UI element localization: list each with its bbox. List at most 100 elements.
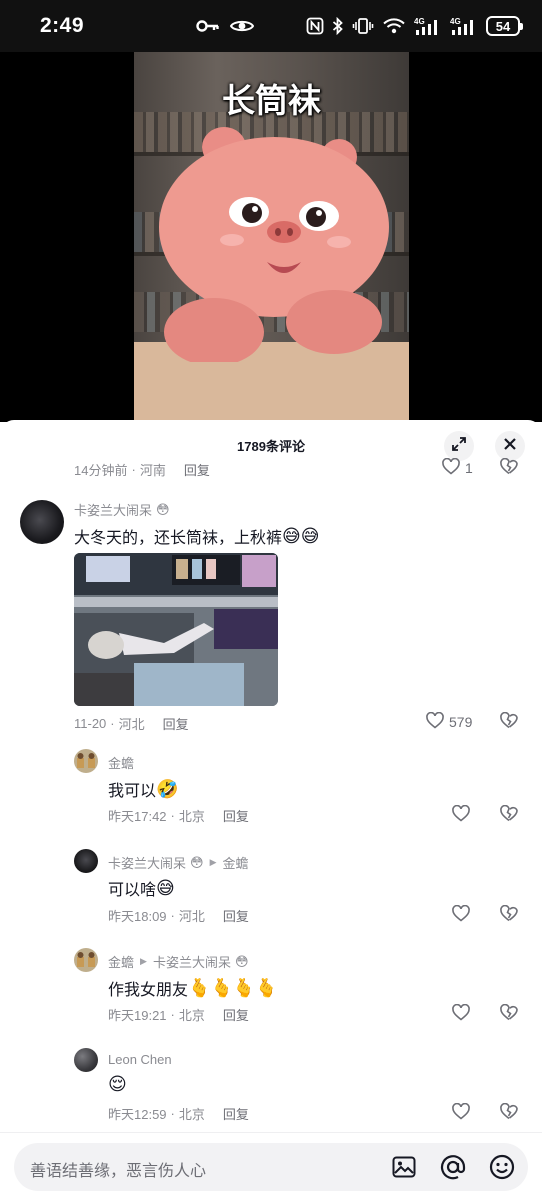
dislike-icon[interactable]: [500, 1102, 518, 1125]
heart-icon[interactable]: [452, 1103, 470, 1120]
emoji-badge-icon: 😳: [156, 502, 170, 517]
reply-time: 昨天19:21: [108, 1008, 167, 1023]
comment-input-bar: 善语结善缘，恶言伤人心: [0, 1132, 542, 1200]
battery-indicator: 54: [486, 16, 523, 36]
reply-body: 我可以: [108, 783, 157, 800]
comment-input-placeholder: 善语结善缘，恶言伤人心: [30, 1163, 207, 1180]
reply-username[interactable]: Leon Chen: [108, 1052, 172, 1067]
reply-body: 作我女朋友: [108, 982, 189, 999]
video-frame: 长筒袜: [134, 52, 409, 422]
reply-button[interactable]: 回复: [163, 714, 189, 733]
reply-text: 作我女朋友 🫰 🫰 🫰 🫰: [108, 976, 278, 1000]
emoji-badge-icon: 😳: [190, 855, 204, 870]
separator: ·: [170, 1106, 175, 1121]
heart-icon: [442, 457, 460, 478]
emoji-icon: 😅: [300, 526, 320, 546]
avatar[interactable]: [74, 849, 98, 873]
comment-location: 河北: [118, 717, 145, 732]
dislike-icon[interactable]: [500, 1003, 518, 1026]
video-caption: 长筒袜: [222, 82, 321, 119]
dislike-icon[interactable]: [500, 457, 518, 480]
reply-text: 可以啥 😅: [108, 876, 175, 900]
reply-username[interactable]: 金蟾: [108, 753, 134, 772]
username-text: 卡姿兰大闹呆: [74, 503, 153, 518]
reply-text: 我可以 🤣: [108, 777, 178, 801]
reply-button[interactable]: 回复: [223, 1104, 249, 1123]
nfc-icon: [306, 17, 324, 35]
reply-username[interactable]: 卡姿兰大闹呆 😳 ▶ 金蟾: [108, 853, 249, 872]
emoji-picker-icon[interactable]: [488, 1153, 516, 1181]
reply-to-username[interactable]: 卡姿兰大闹呆: [153, 952, 231, 971]
reply-to-username[interactable]: 金蟾: [223, 853, 249, 872]
svg-text:4G: 4G: [414, 17, 425, 26]
comment-text: 大冬天的，还长筒袜，上秋裤 😅 😅: [74, 524, 320, 548]
wifi-icon: [382, 17, 406, 35]
avatar[interactable]: [74, 749, 98, 773]
separator: ·: [110, 716, 115, 731]
cellular-signal-2-icon: 4G: [450, 16, 478, 36]
separator: ·: [131, 462, 136, 477]
dislike-icon[interactable]: [500, 904, 518, 927]
reply-meta: 昨天12:59 · 北京 回复: [108, 1104, 249, 1123]
finger-heart-emoji-icon: 🫰: [255, 978, 278, 998]
reply-time: 昨天12:59: [108, 1107, 167, 1122]
bluetooth-icon: [332, 17, 344, 35]
separator: ·: [170, 1007, 175, 1022]
heart-icon[interactable]: [452, 905, 470, 922]
svg-text:4G: 4G: [450, 17, 461, 26]
username-text: Leon Chen: [108, 1052, 172, 1067]
reply-button[interactable]: 回复: [223, 1005, 249, 1024]
finger-heart-emoji-icon: 🫰: [210, 978, 233, 998]
reply-arrow-icon: ▶: [140, 956, 147, 966]
close-icon: [503, 437, 517, 456]
reply-meta: 昨天18:09 · 河北 回复: [108, 906, 249, 925]
avatar[interactable]: [74, 1048, 98, 1072]
comment-image[interactable]: [74, 553, 278, 706]
eye-icon: [230, 18, 255, 34]
reply-username[interactable]: 金蟾 ▶ 卡姿兰大闹呆 😳: [108, 952, 249, 971]
video-player[interactable]: 长筒袜: [0, 52, 542, 422]
relieved-emoji-icon: 😌: [108, 1074, 127, 1094]
username-text: 金蟾: [108, 955, 135, 970]
comment-input[interactable]: 善语结善缘，恶言伤人心: [14, 1143, 528, 1191]
photo-illustration: [74, 553, 278, 706]
reply-location: 北京: [178, 809, 205, 824]
reply-text: 😌: [108, 1075, 127, 1093]
comment-body: 大冬天的，还长筒袜，上秋裤: [74, 530, 283, 547]
avatar[interactable]: [20, 500, 64, 544]
username-text: 金蟾: [108, 756, 135, 771]
comment-username[interactable]: 卡姿兰大闹呆 😳: [74, 500, 170, 519]
heart-icon[interactable]: [452, 805, 470, 822]
emoji-icon: 😅: [282, 526, 301, 546]
avatar[interactable]: [74, 948, 98, 972]
reply-body: 可以啥: [108, 882, 157, 899]
expand-button[interactable]: [444, 431, 474, 461]
dislike-icon[interactable]: [500, 711, 518, 734]
finger-heart-emoji-icon: 🫰: [188, 978, 211, 998]
image-icon[interactable]: [390, 1153, 418, 1181]
reply-button[interactable]: 回复: [223, 806, 249, 825]
close-button[interactable]: [495, 431, 525, 461]
dislike-icon[interactable]: [500, 804, 518, 827]
status-bar: 2:49 4G 4G 54: [0, 0, 542, 52]
cellular-signal-1-icon: 4G: [414, 16, 442, 36]
like-button[interactable]: 579: [426, 711, 472, 732]
comment-time: 14分钟前: [74, 463, 128, 478]
username-text: 卡姿兰大闹呆: [108, 856, 187, 871]
reply-meta: 昨天17:42 · 北京 回复: [108, 806, 249, 825]
like-count: 1: [465, 460, 473, 476]
comment-location: 河南: [139, 463, 166, 478]
heart-icon[interactable]: [452, 1004, 470, 1021]
reply-button[interactable]: 回复: [184, 460, 210, 479]
reply-location: 河北: [178, 909, 205, 924]
reply-button[interactable]: 回复: [223, 906, 249, 925]
reply-location: 北京: [178, 1107, 205, 1122]
partial-comment-meta: 14分钟前 · 河南 回复: [74, 460, 210, 479]
like-button[interactable]: 1: [442, 457, 473, 478]
mention-icon[interactable]: [439, 1153, 467, 1181]
emoji-icon: 😅: [156, 878, 175, 898]
separator: ·: [170, 808, 175, 823]
rofl-emoji-icon: 🤣: [156, 779, 179, 799]
reply-arrow-icon: ▶: [209, 857, 217, 867]
pig-character: [159, 127, 389, 362]
